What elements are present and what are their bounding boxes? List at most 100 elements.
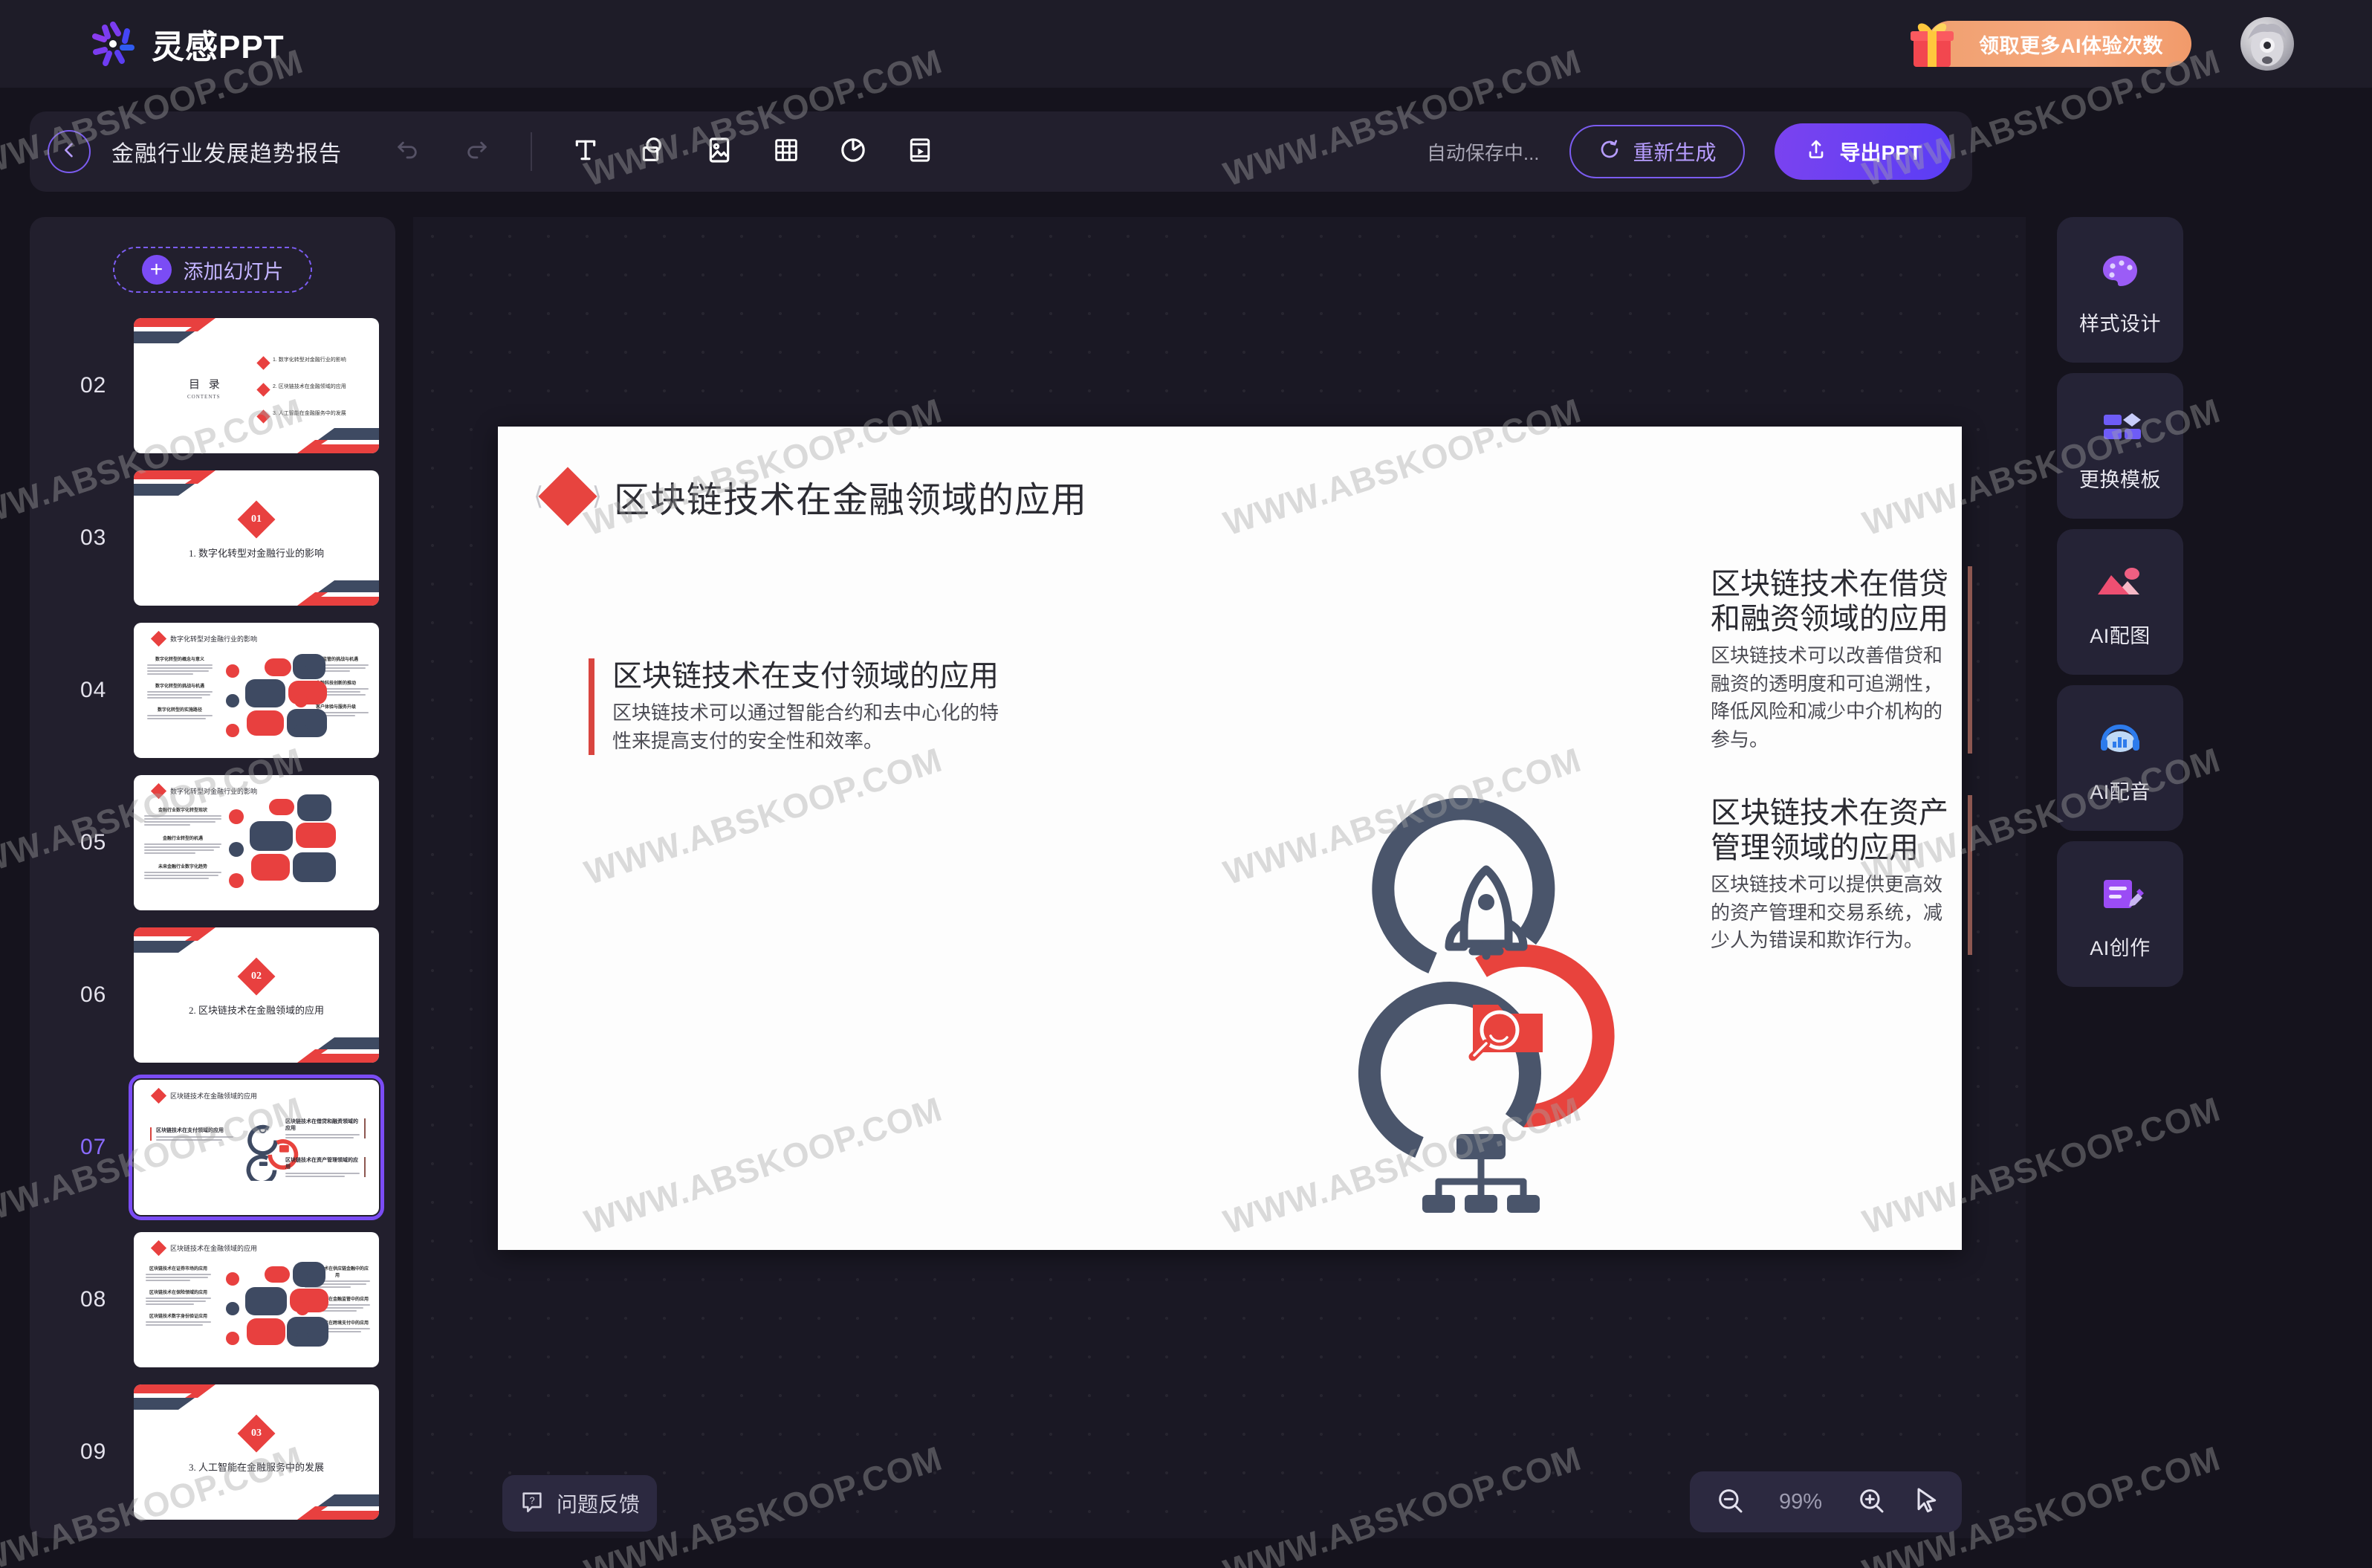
toc-entry: 3. 人工智能在金融服务中的发展: [256, 409, 362, 424]
zoom-level: 99%: [1778, 1489, 1823, 1514]
content-block-payment[interactable]: 区块链技术在支付领域的应用 区块链技术可以通过智能合约和去中心化的特性来提高支付…: [589, 658, 1005, 756]
thumb-text-column: 数字化转型的概念与意义 数字化转型的挑战与机遇 数字化转型的实施路径: [147, 655, 213, 719]
regenerate-button[interactable]: 重新生成: [1569, 125, 1745, 178]
slide-thumbnail[interactable]: 区块链技术在金融领域的应用 区块链技术在支付领域的应用 区块链技术在借贷和融资领…: [129, 1075, 384, 1220]
bubble-marker: [229, 842, 244, 857]
slide-thumbnail[interactable]: 01 1. 数字化转型对金融行业的影响: [134, 470, 379, 606]
redo-button[interactable]: [458, 132, 496, 171]
cursor-pointer-icon[interactable]: [1911, 1486, 1941, 1519]
toc-entry: 2. 区块链技术在金融领域的应用: [256, 383, 362, 397]
brand-logo-group[interactable]: 灵感PPT: [88, 19, 285, 69]
chart-tool[interactable]: [834, 132, 872, 171]
table-tool[interactable]: [767, 132, 806, 171]
accent-bar: [1968, 795, 1972, 955]
block-body[interactable]: 区块链技术可以改善借贷和融资的透明度和可追溯性，降低风险和减少中介机构的参与。: [1711, 642, 1953, 754]
media-tool[interactable]: [901, 132, 939, 171]
back-button[interactable]: [48, 130, 91, 173]
slide-title-group[interactable]: ⟨ ⟩ 区块链技术在金融领域的应用: [534, 462, 1087, 531]
column-heading: 数字化转型的概念与意义: [155, 658, 204, 662]
thumb-header: 数字化转型对金融行业的影响: [150, 783, 257, 800]
autosave-status: 自动保存中...: [1426, 141, 1540, 164]
slide-thumbnail-panel[interactable]: + 添加幻灯片 02 目 录 CONTENTS 1. 数字化转型对金融行业的影响: [30, 217, 395, 1538]
editor-canvas[interactable]: ⟨ ⟩ 区块链技术在金融领域的应用 区块链技术在支付领域的应用 区块链技术可以通…: [413, 217, 2026, 1538]
slide-list-item[interactable]: 06 02 2. 区块链技术在金融领域的应用: [30, 919, 395, 1071]
corner-decoration: [275, 577, 379, 606]
slide-number: 06: [80, 982, 107, 1007]
feedback-button[interactable]: ? 问题反馈: [502, 1475, 657, 1532]
slide-thumbnail[interactable]: 区块链技术在金融领域的应用 区块链技术在证券市场的应用 区块链技术在保险领域的应…: [134, 1232, 379, 1367]
block-heading: 区块链技术在支付领域的应用: [156, 1128, 224, 1133]
block-heading[interactable]: 区块链技术在资产管理领域的应用: [1711, 795, 1953, 865]
regenerate-label: 重新生成: [1633, 141, 1717, 164]
bubble-marker: [226, 694, 239, 707]
undo-button[interactable]: [388, 132, 427, 171]
content-block-asset[interactable]: 区块链技术在资产管理领域的应用 区块链技术可以提供更高效的资产管理和交易系统，减…: [1711, 795, 1972, 955]
slide-thumbnail[interactable]: 02 2. 区块链技术在金融领域的应用: [134, 927, 379, 1063]
page-title[interactable]: 区块链技术在金融领域的应用: [614, 470, 1087, 522]
text-lines: [147, 715, 213, 719]
column-heading: 数字化转型的实施路径: [157, 708, 202, 713]
slide-list-item-selected[interactable]: 07 区块链技术在金融领域的应用 区块链技术在支付领域的应用 区块链技术在借贷和…: [30, 1071, 395, 1223]
slide-list-item[interactable]: 04 数字化转型对金融行业的影响 数字化转型的概念与意义 数字化转型的挑战与机遇…: [30, 614, 395, 766]
slide-thumbnail[interactable]: 数字化转型对金融行业的影响 金融行业数字化转型现状 金融行业转型的机遇 未来金融…: [134, 775, 379, 910]
slide-surface[interactable]: ⟨ ⟩ 区块链技术在金融领域的应用 区块链技术在支付领域的应用 区块链技术可以通…: [498, 427, 1972, 1250]
sidebar-label: AI创作: [2090, 936, 2151, 959]
text-lines: [285, 1134, 360, 1139]
bubble-marker: [226, 1332, 239, 1345]
accent-bar: [589, 658, 594, 756]
slide-thumbnail[interactable]: 03 3. 人工智能在金融服务中的发展: [134, 1384, 379, 1520]
corner-decoration: [275, 425, 379, 453]
document-title[interactable]: 金融行业发展趋势报告: [111, 135, 342, 168]
export-ppt-button[interactable]: 导出PPT: [1774, 123, 1951, 180]
add-slide-label: 添加幻灯片: [183, 260, 284, 283]
slide-list-item[interactable]: 02 目 录 CONTENTS 1. 数字化转型对金融行业的影响 2. 区块链技…: [30, 309, 395, 461]
block-heading: 区块链技术在借贷和融资领域的应用: [285, 1119, 358, 1132]
text-lines: [144, 872, 221, 879]
slide-number: 09: [80, 1439, 107, 1464]
sidebar-item-ai-writing[interactable]: AI创作: [2057, 841, 2183, 987]
column-heading: 区块链技术在证券市场的应用: [149, 1267, 207, 1271]
zoom-out-icon[interactable]: [1715, 1486, 1745, 1519]
block-body[interactable]: 区块链技术可以通过智能合约和去中心化的特性来提高支付的安全性和效率。: [612, 699, 1005, 755]
concept-graphic: [1345, 797, 1672, 1281]
speech-bubble: [296, 823, 336, 848]
text-tool[interactable]: [566, 132, 605, 171]
content-block-lending[interactable]: 区块链技术在借贷和融资领域的应用 区块链技术可以改善借贷和融资的透明度和可追溯性…: [1711, 566, 1972, 754]
sidebar-item-ai-voice[interactable]: AI配音: [2057, 685, 2183, 831]
slide-list-item[interactable]: 09 03 3. 人工智能在金融服务中的发展: [30, 1376, 395, 1528]
slide-list-item[interactable]: 08 区块链技术在金融领域的应用 区块链技术在证券市场的应用 区块链技术在保险领…: [30, 1223, 395, 1376]
plus-circle-icon: +: [141, 255, 172, 285]
sidebar-item-ai-image[interactable]: AI配图: [2057, 529, 2183, 675]
toc-heading-cn: 目 录: [189, 379, 223, 391]
red-diamond-icon: [256, 383, 270, 397]
zoom-in-icon[interactable]: [1856, 1486, 1886, 1519]
avatar[interactable]: [2240, 17, 2294, 71]
slide-list-item[interactable]: 05 数字化转型对金融行业的影响 金融行业数字化转型现状 金融行业转型的机遇 未…: [30, 766, 395, 919]
zoom-controls[interactable]: 99%: [1690, 1471, 1962, 1532]
slide-list-item[interactable]: 03 01 1. 数字化转型对金融行业的影响: [30, 461, 395, 614]
block-heading: 区块链技术在资产管理领域的应用: [285, 1158, 358, 1170]
slide-number: 04: [80, 677, 107, 702]
claim-ai-credits-button[interactable]: 领取更多AI体验次数: [1911, 21, 2191, 67]
red-diamond-icon: ⟨ ⟩: [534, 462, 602, 531]
speech-bubble: [247, 710, 284, 736]
folder-search-icon: [1468, 1005, 1543, 1061]
add-slide-button[interactable]: + 添加幻灯片: [113, 247, 312, 293]
block-heading[interactable]: 区块链技术在支付领域的应用: [612, 658, 1005, 693]
text-lines: [144, 843, 221, 854]
speech-bubble: [247, 1318, 285, 1345]
bubble-marker: [229, 873, 244, 888]
shape-tool[interactable]: [633, 132, 672, 171]
text-lines: [156, 1136, 233, 1141]
section-title: 3. 人工智能在金融服务中的发展: [188, 1462, 324, 1473]
slide-thumbnail[interactable]: 目 录 CONTENTS 1. 数字化转型对金融行业的影响 2. 区块链技术在金…: [134, 318, 379, 453]
image-tool[interactable]: [700, 132, 739, 171]
block-body[interactable]: 区块链技术可以提供更高效的资产管理和交易系统，减少人为错误和欺诈行为。: [1711, 871, 1953, 954]
block-heading[interactable]: 区块链技术在借贷和融资领域的应用: [1711, 566, 1953, 636]
corner-decoration: [134, 927, 238, 956]
column-heading: 区块链技术在保险领域的应用: [149, 1291, 207, 1295]
speech-bubble: [269, 799, 294, 815]
slide-thumbnail[interactable]: 数字化转型对金融行业的影响 数字化转型的概念与意义 数字化转型的挑战与机遇 数字…: [134, 623, 379, 758]
sidebar-item-style-design[interactable]: 样式设计: [2057, 217, 2183, 363]
sidebar-item-change-template[interactable]: 更换模板: [2057, 373, 2183, 519]
